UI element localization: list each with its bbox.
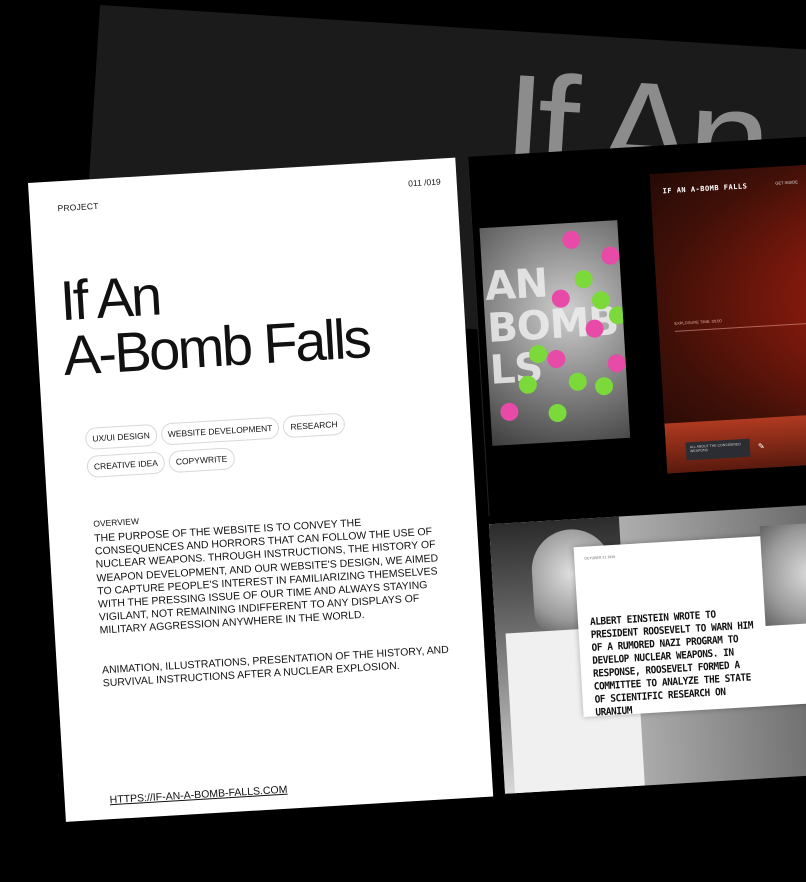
collage-dot [561, 230, 581, 250]
collage-dot [568, 372, 588, 392]
history-date: OCTOBER 21 1939 [584, 554, 616, 561]
history-text: ALBERT EINSTEIN WROTE TO PRESIDENT ROOSE… [589, 608, 754, 719]
tag-research[interactable]: RESEARCH [282, 412, 346, 439]
tag-list: UX/UI DESIGN WEBSITE DEVELOPMENT RESEARC… [84, 410, 387, 478]
collage-dot [608, 305, 628, 325]
project-website-link[interactable]: HTTPS://IF-AN-A-BOMB-FALLS.COM [109, 784, 287, 807]
portrait-photo-2 [759, 519, 806, 627]
pencil-icon: ✎ [757, 441, 765, 452]
site-weapons-button: ALL ABOUT THE CONSIDERED WEAPONS ✎ [685, 438, 765, 461]
project-title: If An A-Bomb Falls [58, 255, 371, 387]
overview-label: OVERVIEW [93, 516, 140, 529]
bomb-collage-preview[interactable]: AN BOMB LS [479, 220, 631, 446]
history-preview-panel[interactable]: OCTOBER 21 1939 ALBERT EINSTEIN WROTE TO… [489, 487, 806, 794]
overview-text-secondary: ANIMATION, ILLUSTRATIONS, PRESENTATION O… [101, 643, 450, 690]
tag-uxui[interactable]: UX/UI DESIGN [84, 423, 158, 451]
collage-dot [600, 246, 620, 266]
site-nav-link: GET INSIDE [775, 179, 799, 186]
overview-text: THE PURPOSE OF THE WEBSITE IS TO CONVEY … [93, 516, 439, 637]
tag-creative-idea[interactable]: CREATIVE IDEA [86, 451, 166, 478]
preview-panel-top: AN BOMB LS IF AN A-BOMB FALLS GET INSIDE E… [467, 120, 806, 517]
project-label: PROJECT [57, 200, 99, 214]
site-ground-fire [664, 397, 806, 474]
project-info-card: PROJECT 011 /019 If An A-Bomb Falls UX/U… [28, 157, 494, 822]
website-hero-preview[interactable]: IF AN A-BOMB FALLS GET INSIDE EXPLOSURE … [649, 148, 806, 474]
page-counter: 011 /019 [407, 176, 441, 189]
collage-dot [518, 375, 538, 395]
project-board: PROJECT 011 /019 If An A-Bomb Falls UX/U… [28, 120, 806, 882]
tag-web-dev[interactable]: WEBSITE DEVELOPMENT [160, 416, 281, 446]
site-button-label: ALL ABOUT THE CONSIDERED WEAPONS [689, 442, 741, 454]
collage-dot [548, 403, 568, 423]
collage-dot [499, 402, 519, 422]
site-logo: IF AN A-BOMB FALLS [662, 182, 748, 196]
tag-copywrite[interactable]: COPYWRITE [168, 447, 235, 474]
collage-dot [607, 353, 627, 373]
collage-dot [594, 376, 614, 396]
site-caption: EXPLOSURE TIME: 00:00 [674, 318, 722, 326]
